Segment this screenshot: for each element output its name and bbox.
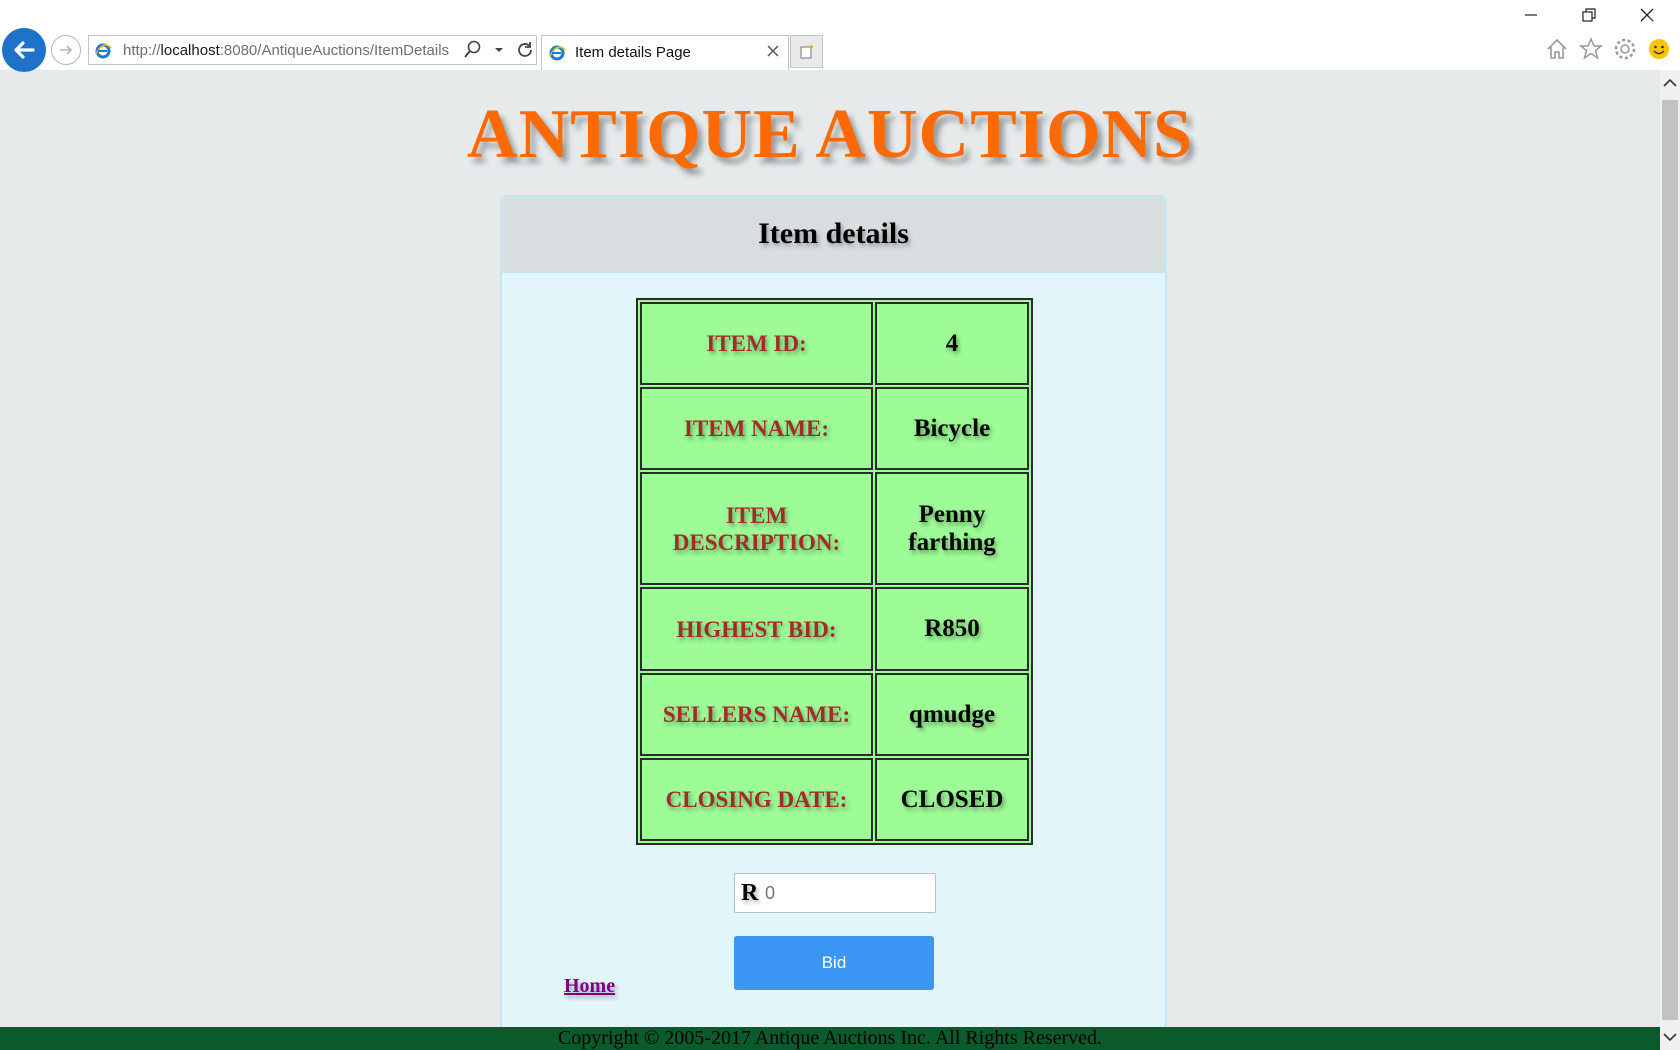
table-row: SELLERS NAME: qmudge — [640, 673, 1029, 756]
row-label: ITEM NAME: — [640, 387, 873, 470]
refresh-icon[interactable] — [516, 41, 534, 59]
footer-copyright: Copyright © 2005-2017 Antique Auctions I… — [0, 1027, 1660, 1050]
row-label: SELLERS NAME: — [640, 673, 873, 756]
table-row: HIGHEST BID: R850 — [640, 587, 1029, 671]
bid-amount-field: R — [734, 873, 936, 913]
arrow-right-icon — [60, 45, 73, 55]
item-details-table: ITEM ID: 4 ITEM NAME: Bicycle ITEM DESCR… — [636, 298, 1033, 845]
row-value: 4 — [875, 302, 1029, 385]
close-window-icon[interactable] — [1640, 8, 1654, 22]
table-row: CLOSING DATE: CLOSED — [640, 758, 1029, 841]
minimize-icon[interactable] — [1524, 8, 1538, 22]
url-text: http://localhost:8080/AntiqueAuctions/It… — [123, 42, 449, 59]
chevron-down-icon[interactable] — [494, 46, 504, 54]
row-label: ITEM DESCRIPTION: — [640, 472, 873, 585]
back-button[interactable] — [2, 28, 46, 72]
bid-amount-input[interactable] — [765, 879, 925, 907]
arrow-left-icon — [14, 41, 35, 59]
url-rest: :8080/AntiqueAuctions/ItemDetails — [219, 42, 450, 59]
row-value: R850 — [875, 587, 1029, 671]
smiley-icon[interactable] — [1647, 37, 1671, 61]
url-host: localhost — [160, 42, 220, 59]
scroll-down-icon[interactable] — [1662, 1030, 1678, 1044]
home-icon[interactable] — [1545, 37, 1569, 61]
item-details-panel: Item details ITEM ID: 4 ITEM NAME: Bicyc… — [500, 195, 1167, 1035]
url-prefix: http:// — [123, 42, 161, 59]
vertical-scrollbar[interactable] — [1660, 70, 1680, 1050]
restore-icon[interactable] — [1582, 8, 1596, 22]
home-link[interactable]: Home — [564, 975, 615, 998]
address-bar[interactable]: http://localhost:8080/AntiqueAuctions/It… — [88, 35, 537, 65]
new-tab-icon — [800, 44, 813, 58]
search-icon[interactable] — [464, 40, 482, 60]
currency-prefix: R — [741, 880, 759, 906]
browser-chrome: http://localhost:8080/AntiqueAuctions/It… — [0, 0, 1680, 72]
row-value: CLOSED — [875, 758, 1029, 841]
star-icon[interactable] — [1579, 37, 1603, 61]
close-tab-icon[interactable] — [766, 44, 780, 58]
panel-header: Item details — [502, 197, 1165, 273]
bid-button[interactable]: Bid — [734, 936, 934, 990]
site-title: ANTIQUE AUCTIONS — [467, 96, 1193, 173]
row-value: Penny farthing — [875, 472, 1029, 585]
scrollbar-thumb[interactable] — [1662, 100, 1678, 1020]
table-row: ITEM ID: 4 — [640, 302, 1029, 385]
browser-tab[interactable]: Item details Page — [541, 35, 789, 70]
row-label: CLOSING DATE: — [640, 758, 873, 841]
row-label: ITEM ID: — [640, 302, 873, 385]
row-value: Bicycle — [875, 387, 1029, 470]
panel-title: Item details — [758, 217, 909, 250]
table-row: ITEM DESCRIPTION: Penny farthing — [640, 472, 1029, 585]
table-row: ITEM NAME: Bicycle — [640, 387, 1029, 470]
row-value: qmudge — [875, 673, 1029, 756]
ie-logo-icon — [549, 45, 566, 61]
tab-title: Item details Page — [575, 44, 691, 61]
gear-icon[interactable] — [1613, 37, 1637, 61]
forward-button[interactable] — [51, 35, 81, 65]
ie-logo-icon — [95, 43, 112, 59]
new-tab-button[interactable] — [790, 35, 823, 68]
row-label: HIGHEST BID: — [640, 587, 873, 671]
scroll-up-icon[interactable] — [1662, 76, 1678, 90]
